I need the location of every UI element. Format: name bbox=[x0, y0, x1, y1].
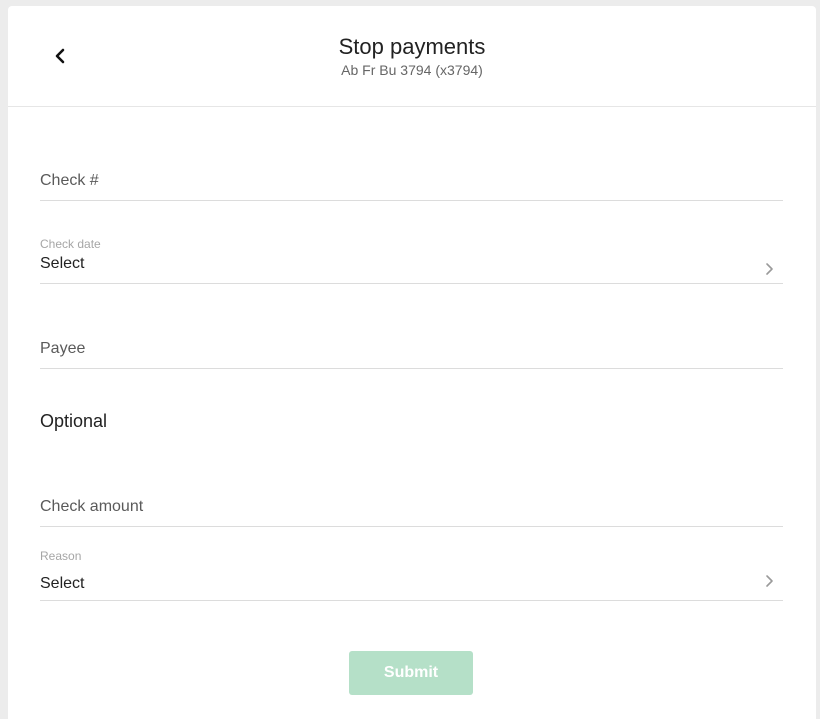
chevron-right-icon bbox=[766, 263, 773, 275]
optional-section-heading: Optional bbox=[40, 411, 108, 431]
check-amount-input[interactable] bbox=[40, 496, 783, 518]
check-number-field bbox=[40, 170, 783, 201]
payee-field bbox=[40, 338, 783, 369]
account-subtitle: Ab Fr Bu 3794 (x3794) bbox=[341, 62, 483, 78]
stop-payments-card: Stop payments Ab Fr Bu 3794 (x3794) Chec… bbox=[8, 6, 816, 719]
header: Stop payments Ab Fr Bu 3794 (x3794) bbox=[8, 6, 816, 107]
reason-select[interactable]: Reason Select bbox=[40, 548, 783, 601]
reason-label: Reason bbox=[40, 549, 82, 563]
reason-value: Select bbox=[40, 575, 85, 592]
check-date-label: Check date bbox=[40, 237, 101, 251]
payee-input[interactable] bbox=[40, 338, 783, 360]
check-number-input[interactable] bbox=[40, 170, 783, 192]
submit-button[interactable]: Submit bbox=[349, 651, 473, 695]
page-title: Stop payments bbox=[338, 34, 486, 59]
check-amount-field bbox=[40, 496, 783, 527]
chevron-right-icon bbox=[766, 575, 773, 587]
header-divider bbox=[40, 106, 816, 107]
check-date-value: Select bbox=[40, 255, 85, 272]
check-date-select[interactable]: Check date Select bbox=[40, 236, 783, 284]
